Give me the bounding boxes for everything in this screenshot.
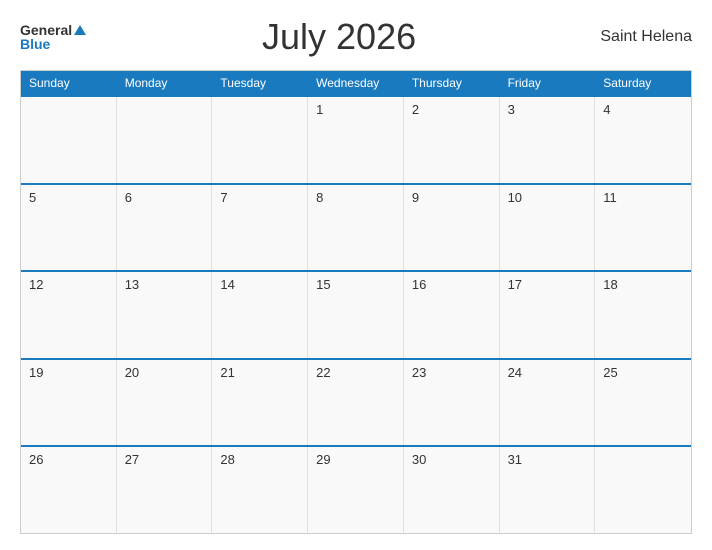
week-row-3: 12 13 14 15 16 17 18 <box>21 270 691 358</box>
day-cell: 5 <box>21 185 117 271</box>
day-number: 9 <box>412 190 491 205</box>
day-cell <box>117 97 213 183</box>
calendar-container: General Blue July 2026 Saint Helena Sund… <box>0 0 712 550</box>
day-number: 20 <box>125 365 204 380</box>
logo-triangle-icon <box>74 25 86 35</box>
week-row-5: 26 27 28 29 30 31 <box>21 445 691 533</box>
day-number: 6 <box>125 190 204 205</box>
day-number: 24 <box>508 365 587 380</box>
day-cell: 6 <box>117 185 213 271</box>
day-header-tuesday: Tuesday <box>212 71 308 95</box>
day-cell: 21 <box>212 360 308 446</box>
day-cell: 27 <box>117 447 213 533</box>
day-cell <box>212 97 308 183</box>
day-number: 8 <box>316 190 395 205</box>
day-cell: 4 <box>595 97 691 183</box>
week-row-4: 19 20 21 22 23 24 25 <box>21 358 691 446</box>
day-number: 21 <box>220 365 299 380</box>
day-cell: 1 <box>308 97 404 183</box>
day-cell: 18 <box>595 272 691 358</box>
day-cell <box>21 97 117 183</box>
calendar-header: General Blue July 2026 Saint Helena <box>20 16 692 58</box>
day-number: 18 <box>603 277 683 292</box>
day-headers-row: SundayMondayTuesdayWednesdayThursdayFrid… <box>21 71 691 95</box>
day-number: 29 <box>316 452 395 467</box>
day-number: 28 <box>220 452 299 467</box>
day-header-wednesday: Wednesday <box>308 71 404 95</box>
day-cell: 28 <box>212 447 308 533</box>
day-number: 11 <box>603 190 683 205</box>
day-cell: 16 <box>404 272 500 358</box>
day-cell: 7 <box>212 185 308 271</box>
day-cell: 22 <box>308 360 404 446</box>
day-number: 15 <box>316 277 395 292</box>
day-number: 4 <box>603 102 683 117</box>
day-cell: 12 <box>21 272 117 358</box>
day-header-thursday: Thursday <box>404 71 500 95</box>
day-cell: 17 <box>500 272 596 358</box>
day-cell: 20 <box>117 360 213 446</box>
day-cell: 14 <box>212 272 308 358</box>
day-number: 31 <box>508 452 587 467</box>
day-number: 30 <box>412 452 491 467</box>
logo: General Blue <box>20 23 86 51</box>
day-cell: 13 <box>117 272 213 358</box>
calendar-grid: SundayMondayTuesdayWednesdayThursdayFrid… <box>20 70 692 534</box>
day-number: 10 <box>508 190 587 205</box>
location-label: Saint Helena <box>592 28 692 46</box>
day-cell: 9 <box>404 185 500 271</box>
day-number: 5 <box>29 190 108 205</box>
day-number: 3 <box>508 102 587 117</box>
month-title: July 2026 <box>86 16 592 58</box>
day-cell: 30 <box>404 447 500 533</box>
day-number: 16 <box>412 277 491 292</box>
day-number: 13 <box>125 277 204 292</box>
week-row-1: 1 2 3 4 <box>21 95 691 183</box>
day-number: 7 <box>220 190 299 205</box>
day-header-friday: Friday <box>500 71 596 95</box>
day-cell: 15 <box>308 272 404 358</box>
week-row-2: 5 6 7 8 9 10 11 <box>21 183 691 271</box>
day-cell: 23 <box>404 360 500 446</box>
day-number: 23 <box>412 365 491 380</box>
day-number: 17 <box>508 277 587 292</box>
logo-blue-text: Blue <box>20 37 86 51</box>
day-number: 1 <box>316 102 395 117</box>
day-cell: 26 <box>21 447 117 533</box>
weeks-container: 1234567891011121314151617181920212223242… <box>21 95 691 533</box>
day-header-monday: Monday <box>117 71 213 95</box>
day-cell: 2 <box>404 97 500 183</box>
day-number: 19 <box>29 365 108 380</box>
day-number: 26 <box>29 452 108 467</box>
day-number: 27 <box>125 452 204 467</box>
day-header-sunday: Sunday <box>21 71 117 95</box>
day-number: 14 <box>220 277 299 292</box>
day-number: 2 <box>412 102 491 117</box>
day-cell: 19 <box>21 360 117 446</box>
day-cell <box>595 447 691 533</box>
day-cell: 11 <box>595 185 691 271</box>
day-cell: 10 <box>500 185 596 271</box>
day-number: 25 <box>603 365 683 380</box>
day-cell: 8 <box>308 185 404 271</box>
day-number: 12 <box>29 277 108 292</box>
day-cell: 31 <box>500 447 596 533</box>
day-number: 22 <box>316 365 395 380</box>
day-cell: 24 <box>500 360 596 446</box>
day-cell: 3 <box>500 97 596 183</box>
logo-general-text: General <box>20 23 72 37</box>
day-cell: 25 <box>595 360 691 446</box>
day-header-saturday: Saturday <box>595 71 691 95</box>
day-cell: 29 <box>308 447 404 533</box>
